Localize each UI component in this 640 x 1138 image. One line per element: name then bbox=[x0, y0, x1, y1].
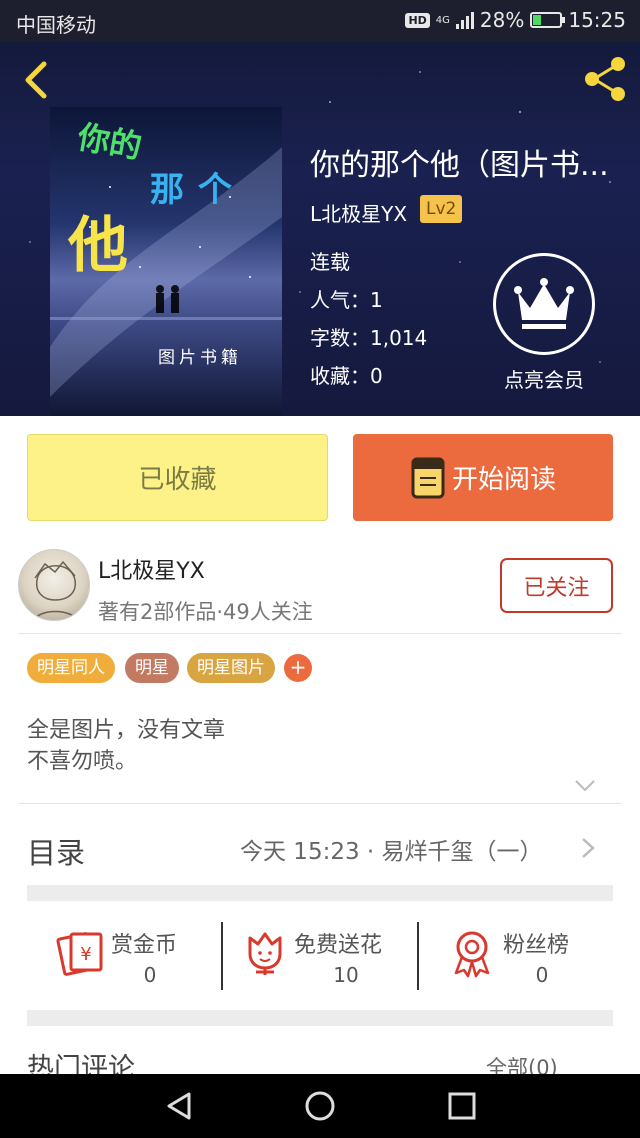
start-reading-button[interactable]: 开始阅读 bbox=[353, 434, 613, 521]
cover-title-line2: 那个 bbox=[150, 170, 246, 210]
expand-description-button[interactable] bbox=[574, 778, 596, 792]
chevron-right-icon bbox=[582, 838, 595, 858]
stat-divider bbox=[417, 922, 419, 990]
back-button[interactable] bbox=[18, 60, 54, 100]
book-status: 连载 bbox=[310, 250, 350, 274]
toc-label[interactable]: 目录 bbox=[27, 830, 85, 872]
description-line: 不喜勿喷。 bbox=[27, 749, 138, 774]
author-stats: 著有2部作品·49人关注 bbox=[98, 600, 313, 624]
favorited-button[interactable]: 已收藏 bbox=[27, 434, 328, 521]
vip-button[interactable] bbox=[493, 253, 595, 355]
crown-icon bbox=[514, 278, 574, 329]
section-separator bbox=[27, 1010, 613, 1026]
book-cover[interactable]: 你的 那个 他 图片书籍 bbox=[50, 107, 282, 416]
tip-coins-label[interactable]: 赏金币 bbox=[111, 927, 177, 959]
back-arrow-icon bbox=[25, 61, 47, 99]
following-button[interactable]: 已关注 bbox=[500, 558, 613, 613]
cover-subtitle: 图片书籍 bbox=[158, 348, 242, 368]
battery-percent: 28% bbox=[479, 8, 525, 32]
cover-title-line3: 他 bbox=[68, 211, 128, 281]
status-icons: HD 4G 28% 15:25 bbox=[405, 8, 626, 32]
book-favorites: 收藏：0 bbox=[310, 364, 383, 388]
tip-coins-value: 0 bbox=[143, 963, 157, 987]
book-word-count: 字数：1,014 bbox=[310, 326, 428, 350]
latest-chapter[interactable]: 今天 15:23 · 易烊千玺（一） bbox=[240, 832, 543, 866]
status-bar: 中国移动 HD 4G 28% 15:25 bbox=[0, 0, 640, 42]
clock: 15:25 bbox=[568, 8, 626, 32]
red-envelope-icon: ¥ bbox=[56, 932, 103, 976]
nav-recents-icon[interactable] bbox=[446, 1090, 478, 1122]
medal-icon bbox=[454, 931, 490, 978]
tag-item[interactable]: 明星 bbox=[125, 653, 179, 683]
book-icon bbox=[411, 457, 445, 498]
book-header: 你的 那个 他 图片书籍 你的那个他（图片书... L北极星YX Lv2 连载 … bbox=[0, 42, 640, 416]
add-tag-button[interactable]: + bbox=[284, 654, 312, 682]
chevron-down-icon bbox=[575, 780, 595, 792]
free-flower-icon-wrap[interactable] bbox=[240, 928, 290, 982]
toc-arrow[interactable] bbox=[580, 836, 596, 860]
flower-icon bbox=[248, 932, 282, 975]
carrier-name: 中国移动 bbox=[16, 13, 96, 37]
author-name[interactable]: L北极星YX bbox=[98, 553, 205, 585]
section-separator bbox=[27, 885, 613, 901]
nav-home-icon[interactable] bbox=[304, 1090, 336, 1122]
avatar-sketch bbox=[33, 560, 79, 620]
battery-icon bbox=[530, 12, 566, 28]
author-avatar[interactable] bbox=[18, 549, 90, 621]
tag-item[interactable]: 明星图片 bbox=[187, 653, 275, 683]
free-flower-value: 10 bbox=[333, 963, 359, 987]
fan-ranking-icon-wrap[interactable] bbox=[447, 928, 497, 982]
system-nav-bar bbox=[0, 1074, 640, 1138]
nav-back-icon[interactable] bbox=[163, 1090, 195, 1122]
start-reading-label: 开始阅读 bbox=[451, 465, 556, 495]
description-line: 全是图片，没有文章 bbox=[27, 718, 226, 743]
book-popularity: 人气：1 bbox=[310, 288, 383, 312]
book-title: 你的那个他（图片书... bbox=[310, 148, 609, 183]
vip-label[interactable]: 点亮会员 bbox=[482, 364, 606, 393]
network-type: 4G bbox=[435, 14, 450, 26]
signal-icon bbox=[455, 11, 474, 29]
fan-ranking-value: 0 bbox=[535, 963, 549, 987]
free-flower-label[interactable]: 免费送花 bbox=[294, 927, 382, 959]
author-level-badge: Lv2 bbox=[420, 195, 463, 223]
divider bbox=[18, 633, 622, 634]
hd-icon: HD bbox=[405, 12, 430, 28]
fan-ranking-label[interactable]: 粉丝榜 bbox=[503, 927, 569, 959]
book-author[interactable]: L北极星YX bbox=[310, 198, 407, 227]
tag-item[interactable]: 明星同人 bbox=[27, 653, 115, 683]
share-button[interactable] bbox=[580, 54, 630, 104]
tip-coins-icon-wrap[interactable]: ¥ bbox=[55, 928, 105, 982]
svg-text:¥: ¥ bbox=[80, 944, 91, 965]
stat-divider bbox=[221, 922, 223, 990]
share-icon bbox=[585, 57, 625, 101]
divider bbox=[18, 803, 622, 804]
